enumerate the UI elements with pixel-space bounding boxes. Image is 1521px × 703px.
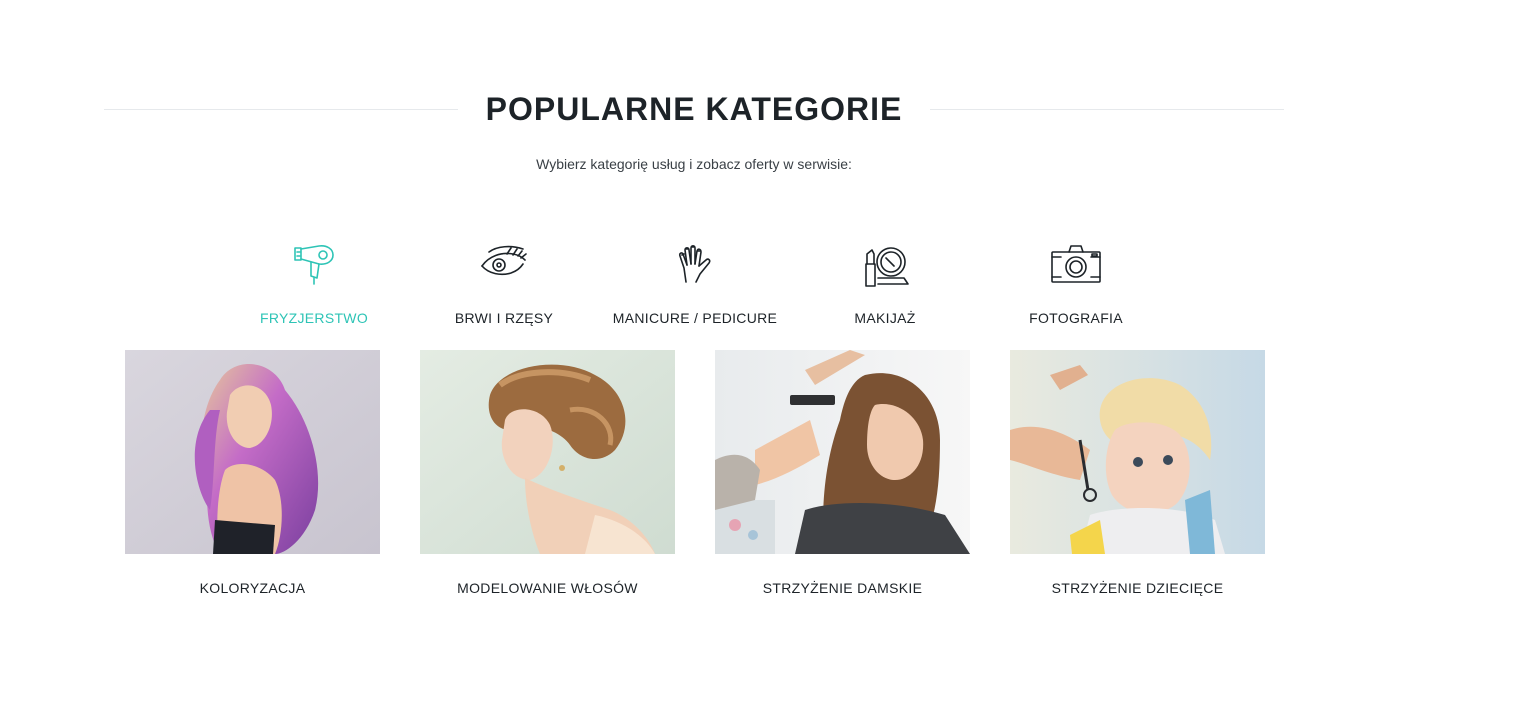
card-label: MODELOWANIE WŁOSÓW	[457, 580, 638, 596]
category-makijaz[interactable]: MAKIJAŻ	[790, 238, 980, 338]
woman-with-purple-hair-image	[125, 350, 380, 554]
eye-lashes-icon	[477, 238, 531, 292]
toddler-getting-haircut-image	[1010, 350, 1265, 554]
category-label: FRYZJERSTWO	[259, 310, 369, 326]
card-label: STRZYŻENIE DZIECIĘCE	[1051, 580, 1224, 596]
category-label: BRWI I RZĘSY	[454, 310, 554, 326]
category-label: FOTOGRAFIA	[1029, 310, 1123, 326]
hand-nails-icon	[668, 238, 722, 292]
section-title: POPULARNE KATEGORIE	[485, 91, 903, 127]
service-card-koloryzacja[interactable]: KOLORYZACJA	[125, 350, 380, 610]
heading-divider-right	[930, 109, 1284, 110]
category-fotografia[interactable]: FOTOGRAFIA	[981, 238, 1171, 338]
category-manicure-pedicure[interactable]: MANICURE / PEDICURE	[600, 238, 790, 338]
section-heading: POPULARNE KATEGORIE	[104, 88, 1284, 132]
card-label: KOLORYZACJA	[199, 580, 306, 596]
makeup-mirror-icon	[858, 238, 912, 292]
category-fryzjerstwo[interactable]: FRYZJERSTWO	[219, 238, 409, 338]
woman-getting-haircut-image	[715, 350, 970, 554]
card-label: STRZYŻENIE DAMSKIE	[762, 580, 923, 596]
heading-divider-left	[104, 109, 458, 110]
service-card-strzyzenie-damskie[interactable]: STRZYŻENIE DAMSKIE	[715, 350, 970, 610]
service-card-strzyzenie-dzieciece[interactable]: STRZYŻENIE DZIECIĘCE	[1010, 350, 1265, 610]
woman-with-braided-updo-image	[420, 350, 675, 554]
service-card-modelowanie-wlosow[interactable]: MODELOWANIE WŁOSÓW	[420, 350, 675, 610]
category-brwi-i-rzesy[interactable]: BRWI I RZĘSY	[409, 238, 599, 338]
category-label: MANICURE / PEDICURE	[612, 310, 778, 326]
section-subtitle: Wybierz kategorię usług i zobacz oferty …	[536, 156, 852, 172]
hair-dryer-icon	[287, 238, 341, 292]
category-label: MAKIJAŻ	[854, 310, 916, 326]
camera-icon	[1049, 238, 1103, 292]
